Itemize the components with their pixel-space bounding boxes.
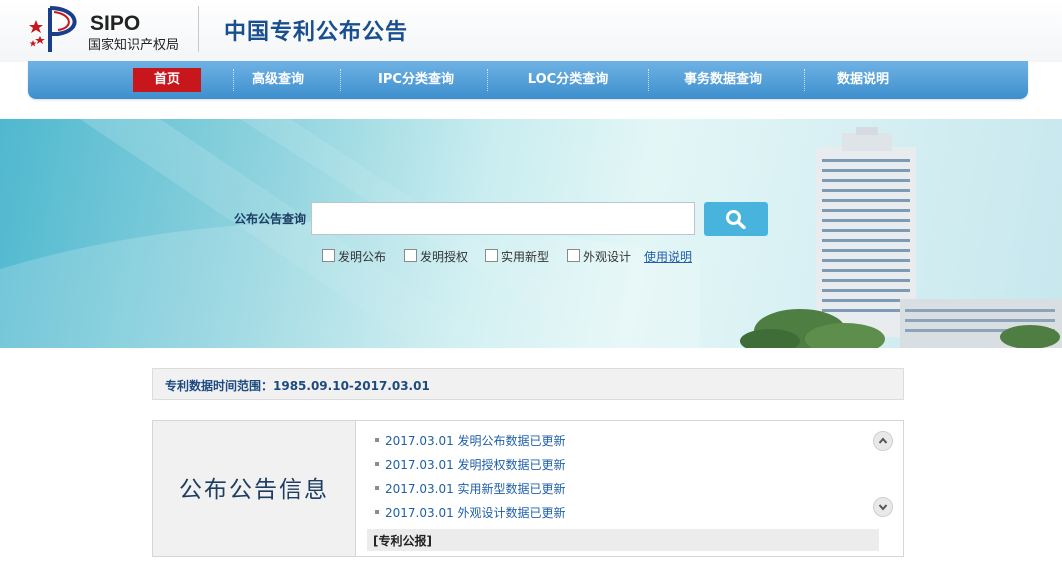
header-divider: [198, 6, 199, 52]
nav-separator: [340, 69, 341, 91]
main-nav: 首页 高级查询 IPC分类查询 LOC分类查询 事务数据查询 数据说明: [28, 61, 1028, 99]
news-item-text: 2017.03.01 外观设计数据已更新: [385, 506, 566, 520]
nav-item-loc-search[interactable]: LOC分类查询: [513, 61, 623, 99]
news-item-text: 2017.03.01 发明公布数据已更新: [385, 434, 566, 448]
chevron-up-icon: [878, 437, 888, 444]
scroll-up-button[interactable]: [873, 431, 893, 451]
filter-label: 发明授权: [420, 250, 469, 264]
site-title: 中国专利公布公告: [224, 20, 409, 45]
panel-heading-area: 公布公告信息: [153, 421, 356, 556]
panel-title: 公布公告信息: [179, 477, 329, 503]
sipo-logo-mark-icon: [29, 6, 77, 52]
news-item[interactable]: 2017.03.01 发明公布数据已更新: [375, 431, 566, 451]
announcement-panel: 公布公告信息 2017.03.01 发明公布数据已更新 2017.03.01 发…: [152, 420, 904, 557]
news-item[interactable]: 2017.03.01 实用新型数据已更新: [375, 479, 566, 499]
news-item[interactable]: 2017.03.01 外观设计数据已更新: [375, 503, 566, 523]
nav-separator: [487, 69, 488, 91]
checkbox[interactable]: [322, 249, 335, 262]
sipo-logo[interactable]: SIPO 国家知识产权局: [28, 4, 198, 56]
filter-label: 实用新型: [501, 250, 550, 264]
checkbox[interactable]: [404, 249, 417, 262]
data-range-bar: 专利数据时间范围：1985.09.10-2017.03.01: [152, 368, 904, 400]
filter-label: 发明公布: [338, 250, 387, 264]
checkbox[interactable]: [567, 249, 580, 262]
data-range-text: 专利数据时间范围：1985.09.10-2017.03.01: [165, 379, 430, 393]
site-header: SIPO 国家知识产权局 中国专利公布公告: [0, 0, 1062, 62]
nav-item-home[interactable]: 首页: [133, 68, 201, 92]
bullet-icon: [375, 462, 379, 466]
filter-invention-grant[interactable]: 发明授权: [404, 248, 468, 265]
nav-separator: [804, 69, 805, 91]
nav-item-data-description[interactable]: 数据说明: [823, 61, 903, 99]
search-button[interactable]: [704, 202, 768, 236]
filter-design[interactable]: 外观设计: [567, 248, 631, 265]
filter-utility-model[interactable]: 实用新型: [485, 248, 549, 265]
chevron-down-icon: [878, 504, 888, 511]
search-label: 公布公告查询: [234, 212, 307, 226]
logo-subtitle: 国家知识产权局: [88, 38, 180, 53]
usage-help-link[interactable]: 使用说明: [644, 248, 692, 265]
nav-item-ipc-search[interactable]: IPC分类查询: [361, 61, 471, 99]
nav-separator: [648, 69, 649, 91]
gazette-bar: [专利公报]: [367, 529, 879, 551]
search-icon: [726, 210, 746, 229]
bullet-icon: [375, 438, 379, 442]
nav-item-advanced-search[interactable]: 高级查询: [238, 61, 318, 99]
bullet-icon: [375, 510, 379, 514]
news-item[interactable]: 2017.03.01 发明授权数据已更新: [375, 455, 566, 475]
patent-gazette-link[interactable]: [专利公报]: [373, 532, 432, 549]
logo-text: SIPO: [90, 12, 141, 35]
news-item-text: 2017.03.01 发明授权数据已更新: [385, 458, 566, 472]
scroll-down-button[interactable]: [873, 497, 893, 517]
bullet-icon: [375, 486, 379, 490]
news-item-text: 2017.03.01 实用新型数据已更新: [385, 482, 566, 496]
nav-separator: [233, 69, 234, 91]
nav-item-transaction-search[interactable]: 事务数据查询: [668, 61, 778, 99]
filter-invention-publication[interactable]: 发明公布: [322, 248, 386, 265]
checkbox[interactable]: [485, 249, 498, 262]
filter-label: 外观设计: [583, 250, 632, 264]
search-input[interactable]: [311, 202, 695, 235]
